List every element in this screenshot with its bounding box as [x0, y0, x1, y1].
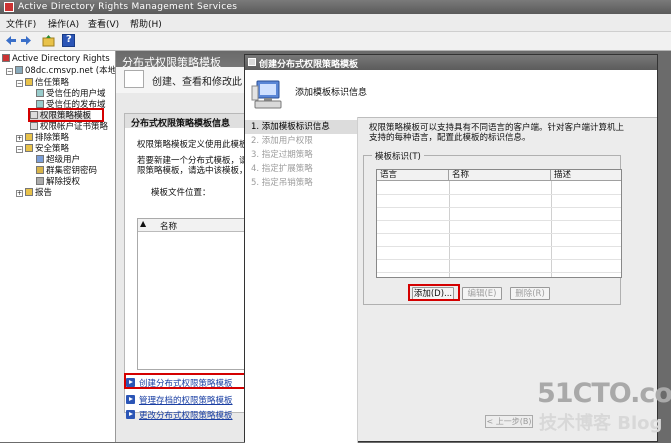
users-icon [36, 155, 44, 163]
wizard-titlebar: 创建分布式权限策略模板 [245, 55, 657, 70]
wizard-step-2: 2. 添加用户权限 [251, 136, 313, 146]
wizard-step-4: 4. 指定扩展策略 [251, 164, 313, 174]
help-icon[interactable]: ? [62, 34, 75, 47]
wizard-step-3: 3. 指定过期策略 [251, 150, 313, 160]
tree-trusted-user-domains[interactable]: 受信任的用户域 [36, 89, 106, 100]
domain-icon [36, 89, 44, 97]
menu-help[interactable]: 帮助(H) [130, 17, 162, 30]
template-file-location-label: 模板文件位置： [151, 188, 211, 198]
tree-super-users[interactable]: 超级用户 [36, 155, 80, 166]
change-template-link[interactable]: 更改分布式权限策略模板 [126, 409, 233, 421]
folder-icon [25, 144, 33, 152]
edit-button[interactable]: 编辑(E) [462, 287, 502, 300]
sort-arrow-icon: ▲ [140, 219, 147, 228]
wizard-description: 权限策略模板可以支持具有不同语言的客户端。针对客户端计算机上 支持的每种语言，配… [369, 123, 625, 143]
back-button[interactable]: < 上一步(B) [485, 415, 533, 428]
delete-button[interactable]: 删除(R) [510, 287, 550, 300]
collapse-icon[interactable]: − [6, 68, 13, 75]
collapse-icon[interactable]: − [16, 80, 23, 87]
window-titlebar: Active Directory Rights Management Servi… [0, 0, 671, 14]
template-list[interactable]: ▲ 名称 [137, 218, 246, 370]
menu-action[interactable]: 操作(A) [48, 17, 79, 30]
template-identification-group: 模板标识(T) 语言 名称 描述 添加(D)... 编辑(E) 删除(R) [363, 150, 622, 305]
wizard-title: 创建分布式权限策略模板 [259, 60, 359, 70]
wizard-step-5: 5. 指定吊销策略 [251, 178, 313, 188]
domain-icon [36, 100, 44, 108]
computer-icon [251, 78, 285, 112]
templates-icon [124, 70, 144, 88]
wizard-header: 添加模板标识信息 [245, 70, 657, 118]
key-icon [36, 166, 44, 174]
certificate-icon [30, 122, 38, 130]
column-language[interactable]: 语言 [377, 170, 449, 181]
group-label: 模板标识(T) [372, 150, 424, 162]
collapse-icon[interactable]: − [16, 146, 23, 153]
details-subtitle: 创建、查看和修改此 [152, 77, 242, 88]
menu-file[interactable]: 文件(F) [6, 17, 36, 30]
folder-icon [25, 78, 33, 86]
forward-arrow-icon[interactable] [20, 34, 33, 47]
tree-exclusion-policies[interactable]: + 排除策略 [16, 133, 69, 144]
tree-trust-policies[interactable]: − 信任策略 [16, 78, 69, 89]
up-folder-icon[interactable] [42, 34, 55, 47]
info-line-1: 权限策略模板定义使用此模板 [137, 140, 246, 150]
template-info-box: 分布式权限策略模板信息 权限策略模板定义使用此模板 若要新建一个分布式模板，请 … [124, 113, 246, 413]
column-description[interactable]: 描述 [551, 170, 621, 181]
wizard-icon [248, 58, 256, 66]
toolbar: ? [0, 32, 671, 51]
column-name[interactable]: 名称 [449, 170, 551, 181]
wizard-step-1[interactable]: 1. 添加模板标识信息 [245, 120, 357, 134]
folder-icon [25, 133, 33, 141]
tree-security-policies[interactable]: − 安全策略 [16, 144, 69, 155]
folder-icon [25, 188, 33, 196]
column-name-header[interactable]: 名称 [160, 220, 177, 232]
window-title: Active Directory Rights Management Servi… [18, 2, 238, 12]
annotation-highlight-create-link [124, 373, 248, 389]
tree-server[interactable]: −08dc.cmsvp.net (本地 [6, 66, 115, 77]
annotation-highlight-add-button [408, 284, 460, 301]
tree-root[interactable]: Active Directory Rights [2, 54, 110, 65]
wizard-steps: 1. 添加模板标识信息 2. 添加用户权限 3. 指定过期策略 4. 指定扩展策… [245, 117, 358, 443]
tree-decommissioning[interactable]: 解除授权 [36, 177, 80, 188]
back-arrow-icon[interactable] [4, 34, 17, 47]
tree-rights-account-certificate[interactable]: 权限帐户证书策略 [30, 122, 108, 133]
info-line-3: 限策略模板，请选中该模板， [137, 166, 246, 176]
arrow-right-icon [126, 410, 135, 419]
tree-cluster-key-password[interactable]: 群集密钥密码 [36, 166, 97, 177]
identification-grid[interactable]: 语言 名称 描述 [376, 169, 622, 278]
watermark-site: 51CTO.com [537, 378, 671, 409]
manage-archived-templates-link[interactable]: 管理存档的权限策略模板 [126, 394, 233, 406]
menu-bar: 文件(F) 操作(A) 查看(V) 帮助(H) [0, 14, 671, 32]
adrms-icon [2, 54, 10, 62]
expand-icon[interactable]: + [16, 190, 23, 197]
app-icon [4, 2, 14, 12]
decommission-icon [36, 177, 44, 185]
arrow-right-icon [126, 395, 135, 404]
annotation-highlight-tree [28, 108, 104, 122]
server-icon [15, 66, 23, 74]
template-info-header: 分布式权限策略模板信息 [125, 114, 246, 129]
menu-view[interactable]: 查看(V) [88, 17, 119, 30]
tree-reports[interactable]: + 报告 [16, 188, 52, 199]
wizard-header-title: 添加模板标识信息 [295, 88, 368, 98]
expand-icon[interactable]: + [16, 135, 23, 142]
watermark-tagline: 技术博客 Blog [539, 413, 663, 434]
